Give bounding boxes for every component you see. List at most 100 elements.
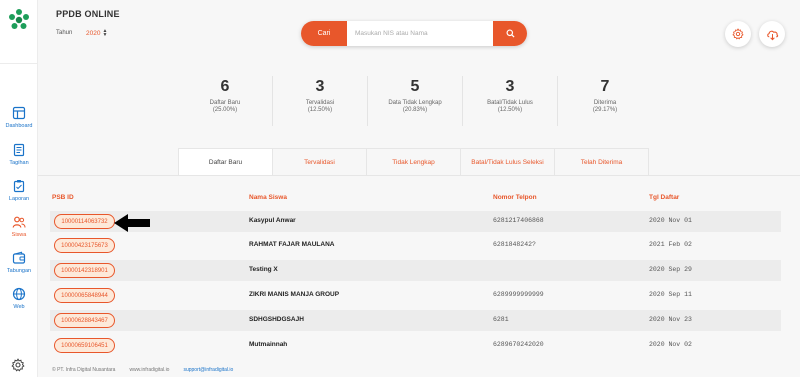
- stat-label: Batal/Tidak Lulus: [487, 100, 533, 106]
- sidebar-item-label: Tabungan: [6, 268, 32, 274]
- stat-label: Data Tidak Lengkap: [388, 100, 442, 106]
- register-date: 2020 Nov 02: [649, 341, 692, 348]
- stat-value: 7: [600, 78, 610, 95]
- footer-website[interactable]: www.infradigital.io: [129, 367, 169, 373]
- table-row: 10000065848944 ZIKRI MANIS MANJA GROUP 6…: [50, 285, 781, 306]
- register-date: 2020 Sep 29: [649, 266, 692, 273]
- stat-label: Daftar Baru: [209, 100, 241, 106]
- footer: © PT. Infra Digital Nusantara www.infrad…: [52, 367, 233, 373]
- clipboard-icon: [13, 180, 25, 193]
- stat-value: 3: [315, 78, 325, 95]
- year-label: Tahun: [56, 30, 73, 36]
- table-row: 10000659106451 Mutmainnah 6289670242020 …: [50, 335, 781, 356]
- gear-icon: [732, 28, 744, 40]
- cloud-download-button[interactable]: [759, 21, 785, 47]
- student-name: Kasypul Anwar: [249, 217, 296, 224]
- stat-data-tidak-lengkap: 5 Data Tidak Lengkap (20.83%): [368, 76, 463, 126]
- wallet-icon: [12, 251, 26, 264]
- register-date: 2021 Feb 02: [649, 241, 692, 248]
- column-header-psb-id: PSB ID: [52, 194, 74, 201]
- footer-email-link[interactable]: support@infradigital.io: [183, 367, 233, 373]
- tab-tidak-lengkap[interactable]: Tidak Lengkap: [367, 149, 461, 175]
- globe-icon: [12, 287, 26, 301]
- footer-company: © PT. Infra Digital Nusantara: [52, 367, 116, 373]
- table-row: 10000423175673 RAHMAT FAJAR MAULANA 6281…: [50, 235, 781, 256]
- register-date: 2020 Nov 23: [649, 316, 692, 323]
- bill-icon: [13, 143, 25, 157]
- page-title: PPDB ONLINE: [56, 9, 120, 19]
- gear-icon[interactable]: [11, 358, 25, 372]
- sidebar-item-laporan[interactable]: Laporan: [0, 179, 38, 213]
- tab-batal-tidak-lulus-seleksi[interactable]: Batal/Tidak Lulus Seleksi: [461, 149, 555, 175]
- flower-logo-icon[interactable]: [7, 8, 31, 32]
- sidebar: Dashboard Tagihan Laporan Siswa Tabungan…: [0, 0, 38, 377]
- stat-tervalidasi: 3 Tervalidasi (12.50%): [273, 76, 368, 126]
- column-header-nomor-telpon: Nomor Telpon: [493, 194, 537, 201]
- student-name: ZIKRI MANIS MANJA GROUP: [249, 291, 340, 298]
- sort-arrows-icon: ▲ ▼: [102, 28, 108, 38]
- stat-value: 6: [220, 78, 230, 95]
- psb-id-button[interactable]: 10000142318901: [54, 263, 115, 278]
- sidebar-divider: [0, 63, 38, 64]
- phone-number: 6281: [493, 316, 509, 323]
- stat-batal-tidak-lulus: 3 Batal/Tidak Lulus (12.50%): [463, 76, 558, 126]
- phone-number: 6281217406868: [493, 217, 544, 224]
- stat-percent: (12.50%): [497, 107, 523, 113]
- table-row: 10000114063732 Kasypul Anwar 62812174068…: [50, 211, 781, 232]
- stat-label: Diterima: [593, 100, 617, 106]
- table-row: 10000628843467 SDHGSHDGSAJH 6281 2020 No…: [50, 310, 781, 331]
- psb-id-button[interactable]: 10000423175673: [54, 238, 115, 253]
- stats-summary: 6 Daftar Baru (25.00%) 3 Tervalidasi (12…: [178, 76, 652, 126]
- search-input[interactable]: [347, 21, 493, 46]
- settings-button[interactable]: [725, 21, 751, 47]
- sidebar-item-web[interactable]: Web: [0, 287, 38, 321]
- sidebar-item-label: Dashboard: [5, 123, 33, 129]
- year-select[interactable]: 2020 ▲ ▼: [86, 28, 108, 38]
- search-mode-button[interactable]: Cari: [301, 21, 347, 46]
- table-row: 10000142318901 Testing X 2020 Sep 29: [50, 260, 781, 281]
- phone-number: 6281848242?: [493, 241, 536, 248]
- sidebar-item-label: Web: [13, 304, 25, 310]
- tab-telah-diterima[interactable]: Telah Diterima: [555, 149, 648, 175]
- tab-daftar-baru[interactable]: Daftar Baru: [179, 149, 273, 175]
- sidebar-item-tabungan[interactable]: Tabungan: [0, 251, 38, 285]
- sidebar-item-label: Tagihan: [9, 160, 29, 166]
- search-icon: [505, 29, 515, 38]
- sidebar-item-label: Laporan: [8, 196, 30, 202]
- tab-tervalidasi[interactable]: Tervalidasi: [273, 149, 367, 175]
- student-name: Testing X: [249, 266, 278, 273]
- pointer-arrow-icon: [114, 214, 150, 232]
- sidebar-item-siswa[interactable]: Siswa: [0, 215, 38, 249]
- psb-id-button[interactable]: 10000065848944: [54, 288, 115, 303]
- psb-id-button[interactable]: 10000659106451: [54, 338, 115, 353]
- stat-label: Tervalidasi: [305, 100, 335, 106]
- cloud-download-icon: [766, 30, 778, 40]
- register-date: 2020 Nov 01: [649, 217, 692, 224]
- stat-value: 5: [410, 78, 420, 95]
- student-name: SDHGSHDGSAJH: [249, 316, 304, 323]
- stat-diterima: 7 Diterima (29.17%): [558, 76, 652, 126]
- sidebar-item-tagihan[interactable]: Tagihan: [0, 143, 38, 177]
- psb-id-button[interactable]: 10000628843467: [54, 313, 115, 328]
- stat-percent: (12.50%): [307, 107, 333, 113]
- psb-id-button[interactable]: 10000114063732: [54, 214, 115, 229]
- search-submit-button[interactable]: [493, 21, 527, 46]
- register-date: 2020 Sep 11: [649, 291, 692, 298]
- stat-percent: (25.00%): [212, 107, 238, 113]
- stat-daftar-baru: 6 Daftar Baru (25.00%): [178, 76, 273, 126]
- sidebar-item-dashboard[interactable]: Dashboard: [0, 106, 38, 140]
- phone-number: 6289670242020: [493, 341, 544, 348]
- dashboard-icon: [12, 106, 26, 120]
- student-name: RAHMAT FAJAR MAULANA: [249, 241, 335, 248]
- users-icon: [12, 216, 26, 228]
- stat-value: 3: [505, 78, 515, 95]
- stat-percent: (20.83%): [402, 107, 428, 113]
- phone-number: 6289999999999: [493, 291, 544, 298]
- search-bar: Cari: [301, 21, 527, 46]
- student-name: Mutmainnah: [249, 341, 288, 348]
- status-tabs: Daftar Baru Tervalidasi Tidak Lengkap Ba…: [178, 148, 649, 175]
- stat-percent: (29.17%): [592, 107, 618, 113]
- column-header-tgl-daftar: Tgl Daftar: [649, 194, 680, 201]
- year-value: 2020: [86, 29, 101, 37]
- table-header: PSB ID Nama Siswa Nomor Telpon Tgl Dafta…: [52, 194, 780, 204]
